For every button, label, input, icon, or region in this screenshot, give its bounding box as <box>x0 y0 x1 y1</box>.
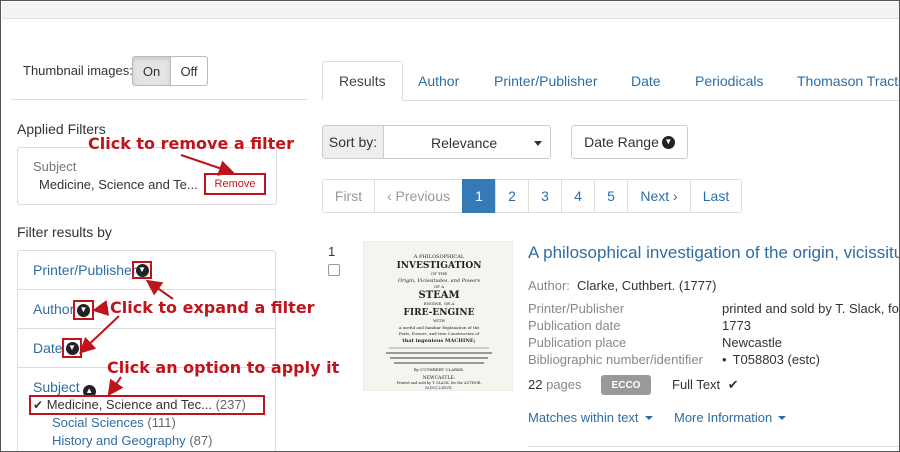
page-3[interactable]: 3 <box>528 179 562 213</box>
field-value: printed and sold by T. Slack, for the <box>722 301 899 316</box>
full-text-label: Full Text <box>672 377 721 392</box>
ecco-badge: ECCO <box>601 375 651 395</box>
author-key: Author: <box>528 278 570 293</box>
result-thumbnail[interactable]: A PHILOSOPHICAL INVESTIGATION OF THE Ori… <box>363 241 513 391</box>
full-text-indicator: Full Text ✔ <box>672 377 739 393</box>
date-range-label: Date Range <box>584 134 659 150</box>
page-count-value: 22 <box>528 377 543 392</box>
page-count: 22 pages <box>528 377 582 392</box>
field-key: Bibliographic number/identifier <box>528 352 703 367</box>
chevron-down-icon: ▼ <box>661 135 675 149</box>
field-key: Publication date <box>528 318 621 333</box>
caret-down-icon <box>644 416 653 420</box>
thumb-line: By CUTHBERT CLARKE. <box>414 367 465 372</box>
page-count-unit: pages <box>546 377 582 392</box>
result-divider <box>528 446 899 447</box>
caret-down-icon <box>534 141 542 146</box>
bullet-icon: • <box>722 352 727 367</box>
page-5[interactable]: 5 <box>594 179 628 213</box>
arrow-expand-date <box>79 315 120 354</box>
identifier-value: T058803 (estc) <box>732 352 820 367</box>
title-page-image: A PHILOSOPHICAL INVESTIGATION OF THE Ori… <box>386 254 492 390</box>
check-icon: ✔ <box>727 377 739 392</box>
pagination: First ‹ Previous 1 2 3 4 5 Next › Last <box>322 179 742 213</box>
thumb-line: STEAM <box>418 290 459 301</box>
result-title-link[interactable]: A philosophical investigation of the ori… <box>528 243 899 263</box>
page-first[interactable]: First <box>322 179 375 213</box>
page-last[interactable]: Last <box>690 179 742 213</box>
tab-date[interactable]: Date <box>615 61 677 101</box>
tab-thomason-tracts[interactable]: Thomason Tracts <box>781 61 899 101</box>
dropdown-label: More Information <box>674 410 773 425</box>
field-key: Publication place <box>528 335 627 350</box>
thumb-line: Printed and sold by T. SLACK, for the AU… <box>397 381 482 385</box>
field-value: 1773 <box>722 318 751 333</box>
page-previous[interactable]: ‹ Previous <box>374 179 463 213</box>
thumb-line: OF A <box>434 284 444 289</box>
field-key: Printer/Publisher <box>528 301 625 316</box>
matches-within-text-dropdown[interactable]: Matches within text <box>528 410 653 425</box>
caret-down-icon <box>778 416 787 420</box>
tab-periodicals[interactable]: Periodicals <box>679 61 779 101</box>
arrow-expand-printer <box>145 279 174 300</box>
thumb-line: M,DCC,LXXVII. <box>425 386 453 390</box>
thumb-line: INVESTIGATION <box>397 261 482 271</box>
page-2[interactable]: 2 <box>495 179 529 213</box>
thumb-line: OF THE <box>431 271 447 276</box>
author-value: Clarke, Cuthbert. (1777) <box>577 278 717 293</box>
dropdown-label: Matches within text <box>528 410 639 425</box>
thumb-line: WITH <box>433 318 445 323</box>
result-number: 1 <box>328 244 336 259</box>
page-4[interactable]: 4 <box>561 179 595 213</box>
thumb-line: ENGINE, OR A <box>424 301 455 306</box>
tab-results[interactable]: Results <box>322 61 403 101</box>
page-1[interactable]: 1 <box>462 179 496 213</box>
field-value: Newcastle <box>722 335 782 350</box>
thumb-line: FIRE-ENGINE <box>404 308 475 318</box>
arrow-expand-author <box>92 300 110 316</box>
thumb-line: Parts, Powers, and true Construction of <box>399 331 480 336</box>
sort-select[interactable]: Relevance <box>383 125 551 159</box>
sort-by-label: Sort by: <box>322 125 384 159</box>
date-range-button[interactable]: Date Range ▼ <box>571 125 688 159</box>
tab-printer-publisher[interactable]: Printer/Publisher <box>478 61 614 101</box>
thumb-line: A PHILOSOPHICAL <box>413 254 465 260</box>
arrow-remove <box>180 154 235 176</box>
thumb-line: that ingenious MACHINE; <box>402 338 475 344</box>
thumb-line: A useful and familiar Explanation of the <box>398 325 480 330</box>
tab-author[interactable]: Author <box>402 61 475 101</box>
field-value: • T058803 (estc) <box>722 352 820 367</box>
result-checkbox[interactable] <box>328 264 340 276</box>
page-frame: Thumbnail images: On Off Applied Filters… <box>0 0 900 452</box>
more-information-dropdown[interactable]: More Information <box>674 410 787 425</box>
sort-value: Relevance <box>431 135 498 151</box>
arrow-apply <box>107 376 124 397</box>
page-next[interactable]: Next › <box>627 179 691 213</box>
